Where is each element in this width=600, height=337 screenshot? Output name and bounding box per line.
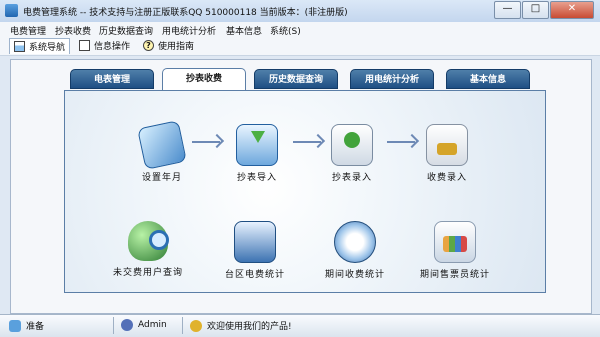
navigation-icon [14, 41, 25, 52]
set-year-month-function[interactable]: 设置年月 [117, 120, 207, 183]
info-operation-label: 信息操作 [94, 42, 131, 52]
meter-entry-function[interactable]: 抄表录入 [307, 124, 397, 183]
tab-history-query[interactable]: 历史数据查询 [254, 69, 338, 89]
title-bar: 电费管理系统 -- 技术支持与注册正版联系QQ 510000118 当前版本：(… [0, 0, 600, 23]
welcome-label: 欢迎使用我们的产品! [207, 322, 292, 332]
system-navigation-label: 系统导航 [29, 43, 66, 53]
payment-entry-function[interactable]: 收费录入 [402, 124, 492, 183]
period-charge-statistics-label: 期间收费统计 [324, 270, 385, 280]
system-navigation-tab[interactable]: 系统导航 [9, 38, 71, 54]
meter-import-label: 抄表导入 [236, 173, 277, 183]
district-statistics-label: 台区电费统计 [224, 270, 285, 280]
period-staff-statistics-function[interactable]: 期间售票员统计 [410, 221, 500, 280]
tab-usage-analysis[interactable]: 用电统计分析 [350, 69, 434, 89]
unpaid-user-query-label: 未交费用户查询 [112, 268, 183, 278]
payment-icon [426, 124, 468, 166]
menu-history-query[interactable]: 历史数据查询 [99, 24, 153, 37]
menu-power-management[interactable]: 电费管理 [10, 24, 46, 37]
menu-meter-charge[interactable]: 抄表收费 [55, 24, 91, 37]
meter-entry-label: 抄表录入 [331, 173, 372, 183]
search-icon [128, 221, 169, 261]
window-controls: — □ ✕ [494, 1, 594, 19]
smile-icon [190, 319, 202, 332]
welcome-status: 欢迎使用我们的产品! [190, 319, 292, 332]
function-tabs: 电表管理 抄表收费 历史数据查询 用电统计分析 基本信息 [60, 68, 545, 91]
user-guide-label: 使用指南 [158, 42, 195, 52]
maximize-button[interactable]: □ [522, 1, 549, 19]
toolbar: 系统导航 信息操作 ? 使用指南 [0, 37, 600, 56]
unpaid-user-query-function[interactable]: 未交费用户查询 [103, 221, 193, 278]
status-separator [113, 317, 114, 334]
edit-icon [331, 124, 373, 166]
window-title: 电费管理系统 -- 技术支持与注册正版联系QQ 510000118 当前版本：(… [23, 8, 348, 18]
menu-bar: 电费管理 抄表收费 历史数据查询 用电统计分析 基本信息 系统(S) [0, 22, 600, 37]
people-icon [434, 221, 476, 263]
period-charge-statistics-function[interactable]: 期间收费统计 [310, 221, 400, 280]
tab-basic-info[interactable]: 基本信息 [446, 69, 530, 89]
user-guide-tab[interactable]: ? 使用指南 [143, 38, 194, 53]
clock-icon [334, 221, 376, 263]
payment-entry-label: 收费录入 [426, 173, 467, 183]
function-panel: 设置年月 抄表导入 抄表录入 收费录入 未交费用户查询 台区电费统计 期间收费统… [64, 90, 546, 293]
set-year-month-label: 设置年月 [141, 173, 182, 183]
folder-icon [234, 221, 276, 263]
help-icon: ? [143, 40, 154, 51]
ready-status: 准备 [9, 319, 44, 332]
status-icon [9, 319, 21, 332]
status-separator [182, 317, 183, 334]
menu-system[interactable]: 系统(S) [270, 24, 301, 37]
ready-label: 准备 [26, 322, 45, 332]
tab-meter-charge[interactable]: 抄表收费 [162, 68, 246, 91]
menu-usage-analysis[interactable]: 用电统计分析 [162, 24, 216, 37]
user-status: Admin [121, 319, 167, 331]
status-bar: 准备 Admin 欢迎使用我们的产品! [0, 314, 600, 337]
menu-basic-info[interactable]: 基本信息 [226, 24, 262, 37]
calendar-icon [137, 120, 187, 170]
close-button[interactable]: ✕ [550, 1, 594, 19]
minimize-button[interactable]: — [494, 1, 521, 19]
document-icon [79, 40, 90, 51]
meter-import-function[interactable]: 抄表导入 [212, 124, 302, 183]
user-icon [121, 319, 133, 331]
user-label: Admin [138, 320, 167, 330]
district-statistics-function[interactable]: 台区电费统计 [210, 221, 300, 280]
period-staff-statistics-label: 期间售票员统计 [419, 270, 490, 280]
import-icon [236, 124, 278, 166]
info-operation-tab[interactable]: 信息操作 [79, 38, 130, 53]
app-icon [5, 4, 18, 17]
tab-meter-management[interactable]: 电表管理 [70, 69, 154, 89]
